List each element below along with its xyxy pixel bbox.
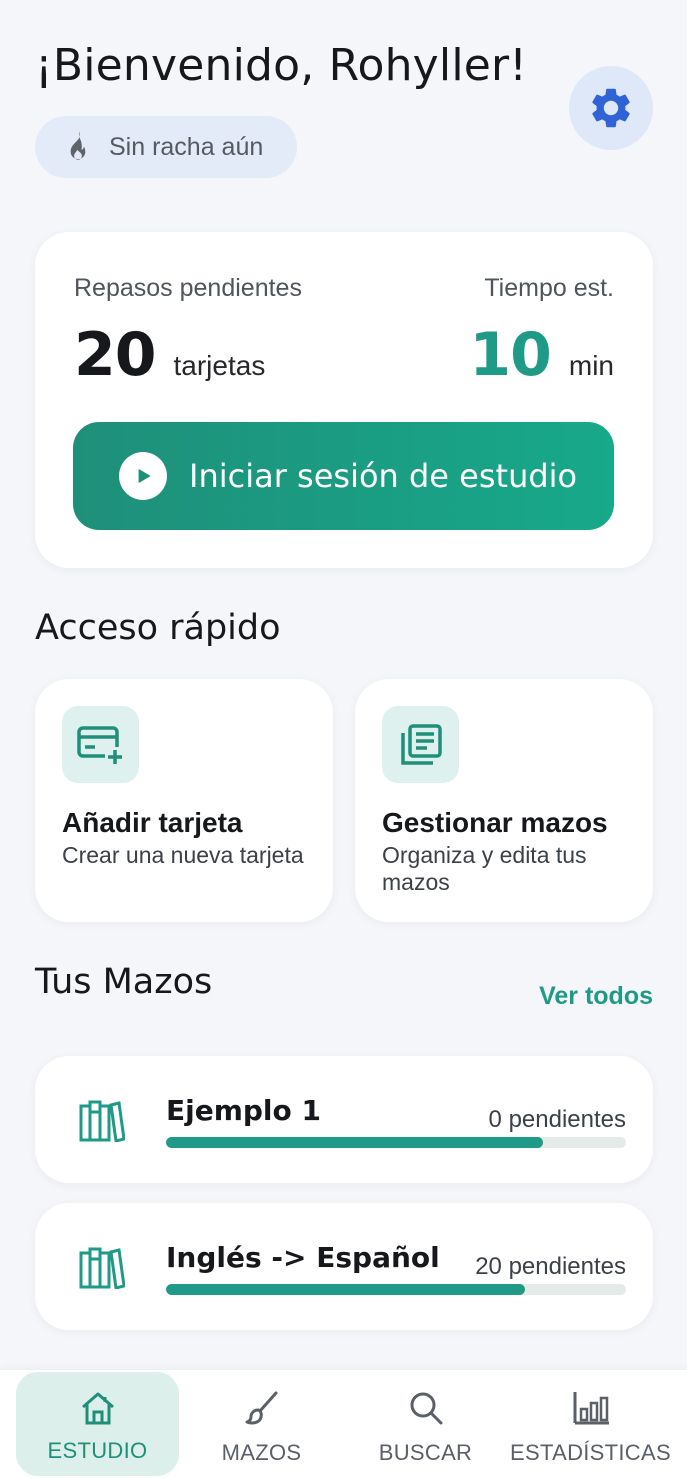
add-card-description: Crear una nueva tarjeta bbox=[62, 842, 304, 868]
review-summary-card: Repasos pendientes Tiempo est. 20 tarjet… bbox=[35, 232, 653, 568]
deck-progress-bar bbox=[166, 1284, 626, 1295]
deck-progress-fill bbox=[166, 1284, 525, 1295]
nav-label-statistics: ESTADÍSTICAS bbox=[510, 1440, 671, 1465]
deck-progress-fill bbox=[166, 1137, 544, 1148]
estimated-time-unit: min bbox=[568, 350, 614, 381]
gear-icon bbox=[592, 88, 630, 128]
streak-label: Sin racha aún bbox=[109, 132, 264, 161]
books-icon bbox=[79, 1100, 125, 1142]
deck-row[interactable]: Inglés -> Español 20 pendientes bbox=[35, 1203, 653, 1330]
bar-chart-icon bbox=[571, 1388, 611, 1428]
add-card-tile[interactable]: Añadir tarjeta Crear una nueva tarjeta bbox=[35, 679, 333, 922]
welcome-title: ¡Bienvenido, Rohyller! bbox=[35, 40, 528, 91]
deck-progress-bar bbox=[166, 1137, 626, 1148]
deck-pending-count: 20 pendientes bbox=[475, 1253, 626, 1280]
manage-decks-tile[interactable]: Gestionar mazos Organiza y edita tus maz… bbox=[355, 679, 653, 922]
deck-name: Ejemplo 1 bbox=[166, 1094, 321, 1127]
books-icon bbox=[79, 1247, 125, 1289]
play-icon bbox=[119, 452, 167, 500]
settings-button[interactable] bbox=[569, 66, 653, 150]
manage-decks-description: Organiza y edita tus mazos bbox=[382, 842, 587, 895]
your-decks-title: Tus Mazos bbox=[35, 962, 213, 1002]
nav-item-study[interactable]: ESTUDIO bbox=[16, 1370, 179, 1478]
nav-item-statistics[interactable]: ESTADÍSTICAS bbox=[508, 1370, 673, 1478]
nav-label-search: BUSCAR bbox=[378, 1440, 473, 1465]
nav-item-search[interactable]: BUSCAR bbox=[344, 1370, 507, 1478]
decks-icon bbox=[382, 706, 459, 783]
pending-reviews-label: Repasos pendientes bbox=[74, 274, 302, 302]
estimated-time-value: 10 bbox=[469, 320, 551, 390]
flame-icon bbox=[70, 131, 86, 160]
pending-count: 20 tarjetas bbox=[74, 320, 265, 390]
deck-pending-count: 0 pendientes bbox=[488, 1106, 626, 1133]
bottom-navigation: ESTUDIO MAZOS BUSCAR ESTADÍSTICAS bbox=[0, 1370, 687, 1478]
home-icon bbox=[78, 1388, 118, 1428]
add-card-title: Añadir tarjeta bbox=[62, 807, 243, 838]
deck-name: Inglés -> Español bbox=[166, 1241, 440, 1274]
brush-icon bbox=[243, 1388, 281, 1428]
nav-label-decks: MAZOS bbox=[221, 1440, 302, 1465]
manage-decks-title: Gestionar mazos bbox=[382, 807, 608, 838]
see-all-link[interactable]: Ver todos bbox=[539, 982, 653, 1011]
add-card-icon bbox=[62, 706, 139, 783]
pending-count-value: 20 bbox=[74, 320, 156, 390]
pending-count-unit: tarjetas bbox=[173, 350, 266, 381]
nav-item-decks[interactable]: MAZOS bbox=[180, 1370, 343, 1478]
estimated-time: 10 min bbox=[469, 320, 614, 390]
estimated-time-label: Tiempo est. bbox=[484, 274, 614, 302]
nav-label-study: ESTUDIO bbox=[47, 1438, 148, 1463]
home-screen: ¡Bienvenido, Rohyller! Sin racha aún Rep… bbox=[0, 0, 687, 1478]
streak-badge: Sin racha aún bbox=[35, 116, 297, 178]
quick-access-title: Acceso rápido bbox=[35, 608, 281, 648]
start-study-session-label: Iniciar sesión de estudio bbox=[189, 457, 578, 495]
start-study-session-button[interactable]: Iniciar sesión de estudio bbox=[73, 422, 614, 530]
deck-row[interactable]: Ejemplo 1 0 pendientes bbox=[35, 1056, 653, 1183]
search-icon bbox=[407, 1388, 445, 1428]
